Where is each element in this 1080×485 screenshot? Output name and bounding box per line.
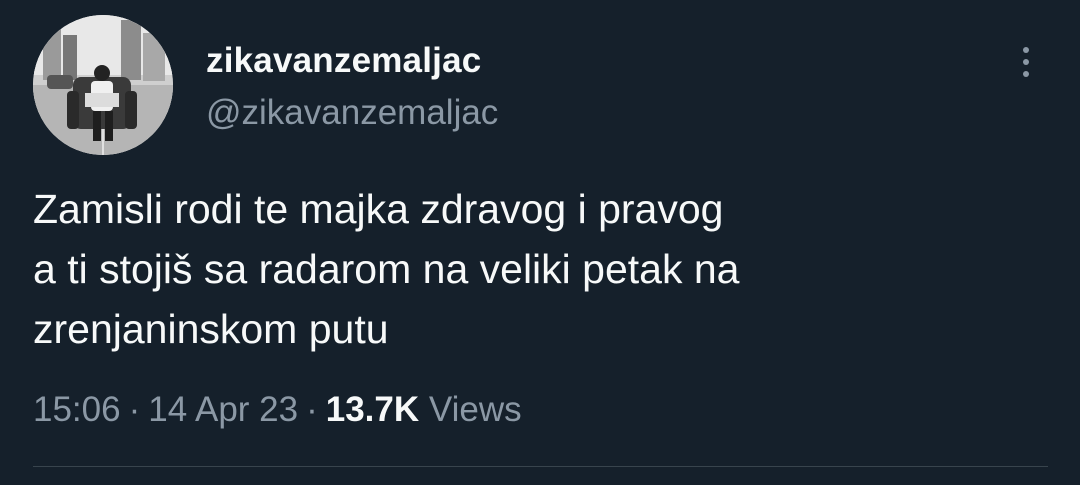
tweet-text: Zamisli rodi te majka zdravog i pravog a… bbox=[33, 179, 1043, 359]
views-label[interactable]: Views bbox=[429, 390, 522, 429]
more-options-icon bbox=[1023, 47, 1029, 53]
author-handle[interactable]: @zikavanzemaljac bbox=[206, 95, 498, 130]
tweet-text-line: a ti stojiš sa radarom na veliki petak n… bbox=[33, 246, 740, 292]
more-options-icon bbox=[1023, 59, 1029, 65]
divider bbox=[33, 466, 1048, 467]
tweet-date[interactable]: 14 Apr 23 bbox=[148, 390, 298, 429]
meta-separator: · bbox=[306, 390, 318, 429]
tweet-text-line: Zamisli rodi te majka zdravog i pravog bbox=[33, 186, 724, 232]
meta-separator: · bbox=[128, 390, 141, 429]
more-options-button[interactable] bbox=[1008, 40, 1044, 84]
tweet-text-line: zrenjaninskom putu bbox=[33, 306, 389, 352]
tweet-meta: 15:06 · 14 Apr 23 · 13.7K Views bbox=[33, 388, 522, 432]
views-count[interactable]: 13.7K bbox=[326, 390, 419, 429]
profile-photo-icon bbox=[33, 15, 173, 155]
author-avatar[interactable] bbox=[33, 15, 173, 155]
tweet-time[interactable]: 15:06 bbox=[33, 390, 121, 429]
tweet-card: zikavanzemaljac @zikavanzemaljac Zamisli… bbox=[0, 0, 1080, 485]
author-display-name[interactable]: zikavanzemaljac bbox=[206, 43, 481, 78]
more-options-icon bbox=[1023, 71, 1029, 77]
